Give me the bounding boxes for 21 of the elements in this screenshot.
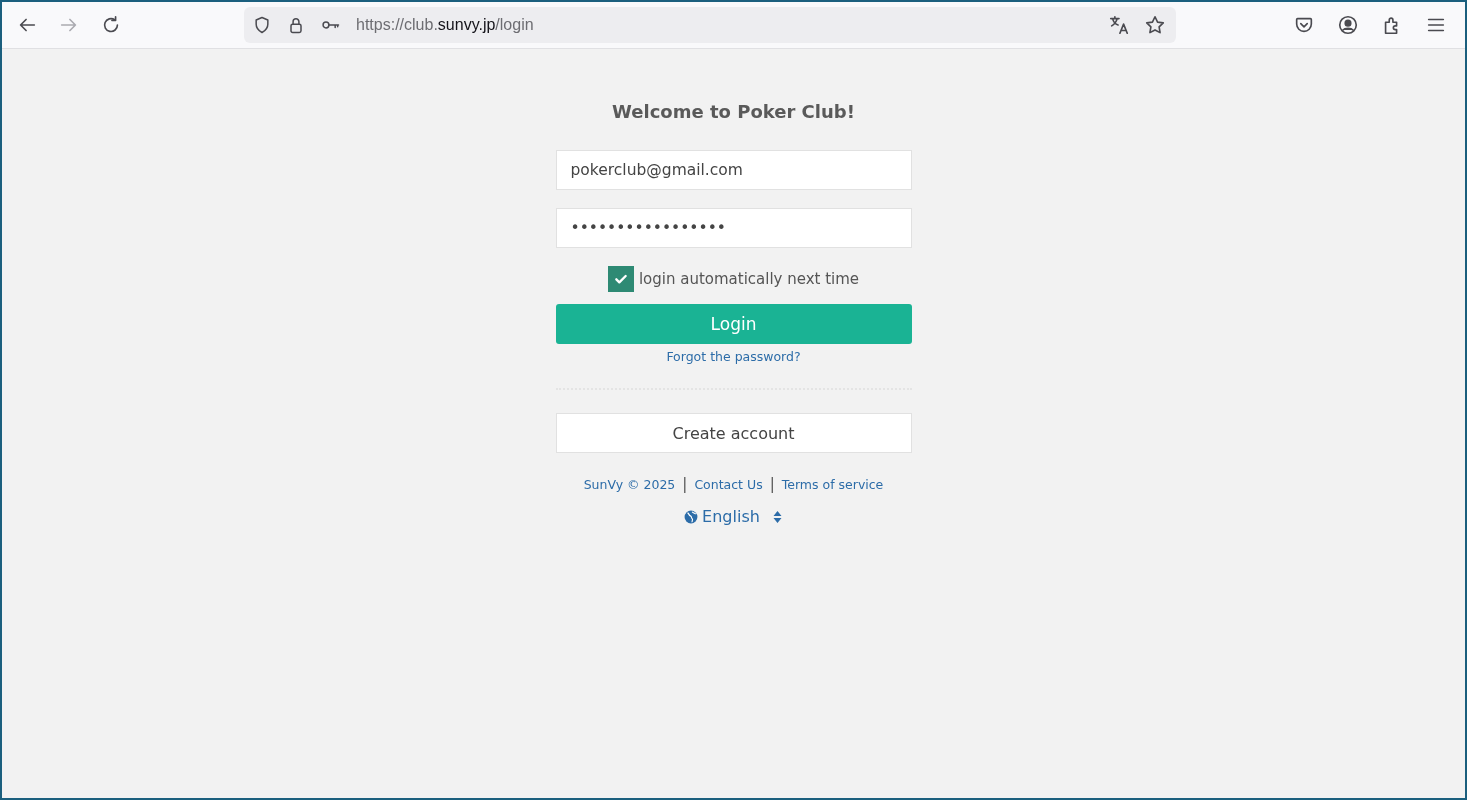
remember-label[interactable]: login automatically next time (638, 270, 860, 288)
footer-link[interactable]: Terms of service (781, 476, 884, 492)
password-field[interactable]: ••••••••••••••••• (555, 208, 912, 248)
account-icon[interactable] (1337, 14, 1359, 36)
url-text[interactable]: https://club.sunvy.jp/login (356, 16, 1094, 34)
create-account-button[interactable]: Create account (555, 413, 912, 453)
star-icon[interactable] (1144, 14, 1166, 36)
language-selector[interactable]: English (684, 507, 783, 526)
remember-checkbox[interactable] (607, 266, 634, 292)
forgot-password-link[interactable]: Forgot the password? (666, 349, 801, 364)
email-field[interactable]: pokerclub@gmail.com (555, 150, 912, 190)
footer-link[interactable]: Contact Us (694, 476, 763, 492)
footer-link[interactable]: SunVy © 2025 (583, 476, 676, 492)
separator: | (682, 475, 688, 493)
separator: | (769, 475, 775, 493)
sort-arrows-icon (771, 509, 783, 524)
globe-icon (684, 509, 699, 524)
translate-icon[interactable] (1108, 14, 1130, 36)
address-bar[interactable]: https://club.sunvy.jp/login (244, 7, 1176, 43)
welcome-title: Welcome to Poker Club! (612, 101, 855, 122)
shield-icon[interactable] (252, 15, 272, 35)
